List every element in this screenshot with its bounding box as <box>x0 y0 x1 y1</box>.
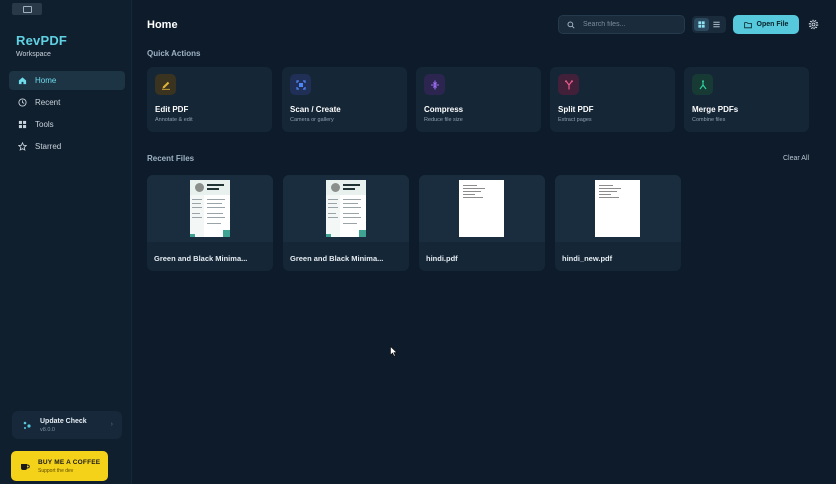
sidebar-item-recent[interactable]: Recent <box>9 93 125 112</box>
coffee-cup-icon <box>21 464 30 470</box>
page-title: Home <box>147 19 178 31</box>
chevron-right-icon: › <box>110 421 113 428</box>
coffee-subtitle: Support the dev <box>38 467 74 474</box>
file-thumbnail <box>555 175 681 242</box>
gear-icon[interactable] <box>808 19 819 30</box>
sidebar-nav: Home Recent Tools Starred <box>9 71 125 159</box>
quick-action-title: Compress <box>424 105 464 114</box>
list-view-icon <box>713 21 720 28</box>
merge-pdfs-card[interactable]: Merge PDFs Combine files <box>684 67 809 132</box>
clock-icon <box>16 97 28 109</box>
search-input[interactable] <box>583 21 673 28</box>
app-subtitle: Workspace <box>16 51 51 58</box>
scan-icon <box>290 74 311 95</box>
sidebar-item-label: Home <box>35 76 57 85</box>
quick-action-title: Merge PDFs <box>692 105 739 114</box>
buy-me-a-coffee-button[interactable]: BUY ME A COFFEE Support the dev <box>11 451 108 481</box>
sidebar-item-starred[interactable]: Starred <box>9 137 125 156</box>
file-thumbnail <box>147 175 273 242</box>
file-thumbnail <box>283 175 409 242</box>
list-view-button[interactable] <box>709 18 724 31</box>
recent-file-card[interactable]: Green and Black Minima... <box>147 175 273 271</box>
split-pdf-card[interactable]: Split PDF Extract pages <box>550 67 675 132</box>
star-icon <box>16 141 28 153</box>
pencil-icon <box>155 74 176 95</box>
edit-pdf-card[interactable]: Edit PDF Annotate & edit <box>147 67 272 132</box>
recent-file-card[interactable]: hindi.pdf <box>419 175 545 271</box>
file-name: hindi_new.pdf <box>562 254 613 263</box>
file-thumbnail <box>419 175 545 242</box>
app-title: RevPDF <box>16 33 68 48</box>
document-preview-image <box>595 180 640 237</box>
compress-icon <box>424 74 445 95</box>
grid-icon <box>16 119 28 131</box>
update-check-title: Update Check <box>40 417 87 425</box>
grid-view-button[interactable] <box>694 18 709 31</box>
document-preview-image <box>459 180 504 237</box>
recent-file-card[interactable]: Green and Black Minima... <box>283 175 409 271</box>
file-name: hindi.pdf <box>426 254 458 263</box>
recent-files-label: Recent Files <box>147 154 195 163</box>
view-toggle <box>692 16 726 33</box>
quick-action-title: Edit PDF <box>155 105 189 114</box>
open-file-button[interactable]: Open File <box>733 15 799 34</box>
mouse-cursor-icon <box>390 346 398 357</box>
quick-action-subtitle: Extract pages <box>558 117 592 123</box>
quick-actions-label: Quick Actions <box>147 49 201 58</box>
folder-icon <box>743 21 752 28</box>
search-icon <box>567 20 575 29</box>
file-name: Green and Black Minima... <box>290 254 384 263</box>
version-label: v8.0.0 <box>40 426 55 433</box>
quick-action-subtitle: Annotate & edit <box>155 117 193 123</box>
quick-action-subtitle: Combine files <box>692 117 726 123</box>
resume-preview-image <box>190 180 230 237</box>
sidebar-item-tools[interactable]: Tools <box>9 115 125 134</box>
quick-action-subtitle: Camera or gallery <box>290 117 334 123</box>
split-icon <box>558 74 579 95</box>
sidebar-item-label: Starred <box>35 142 62 151</box>
grid-view-icon <box>698 21 705 28</box>
brand: RevPDF Workspace <box>16 33 67 58</box>
quick-action-title: Scan / Create <box>290 105 341 114</box>
search-box[interactable] <box>558 15 685 34</box>
compress-card[interactable]: Compress Reduce file size <box>416 67 541 132</box>
update-check-button[interactable]: Update Check v8.0.0 › <box>12 411 122 439</box>
sidebar-item-home[interactable]: Home <box>9 71 125 90</box>
merge-icon <box>692 74 713 95</box>
quick-action-title: Split PDF <box>558 105 594 114</box>
recent-file-card[interactable]: hindi_new.pdf <box>555 175 681 271</box>
sparkle-icon <box>23 421 31 429</box>
scan-create-card[interactable]: Scan / Create Camera or gallery <box>282 67 407 132</box>
clear-all-button[interactable]: Clear All <box>783 155 809 162</box>
sidebar: RevPDF Workspace Home Recent Tools Starr… <box>0 0 132 484</box>
window-control-button[interactable] <box>12 3 42 15</box>
home-icon <box>16 75 28 87</box>
file-name: Green and Black Minima... <box>154 254 248 263</box>
resume-preview-image <box>326 180 366 237</box>
open-file-label: Open File <box>756 21 789 28</box>
sidebar-item-label: Tools <box>35 120 54 129</box>
sidebar-item-label: Recent <box>35 98 61 107</box>
quick-action-subtitle: Reduce file size <box>424 117 463 123</box>
coffee-title: BUY ME A COFFEE <box>38 458 101 466</box>
